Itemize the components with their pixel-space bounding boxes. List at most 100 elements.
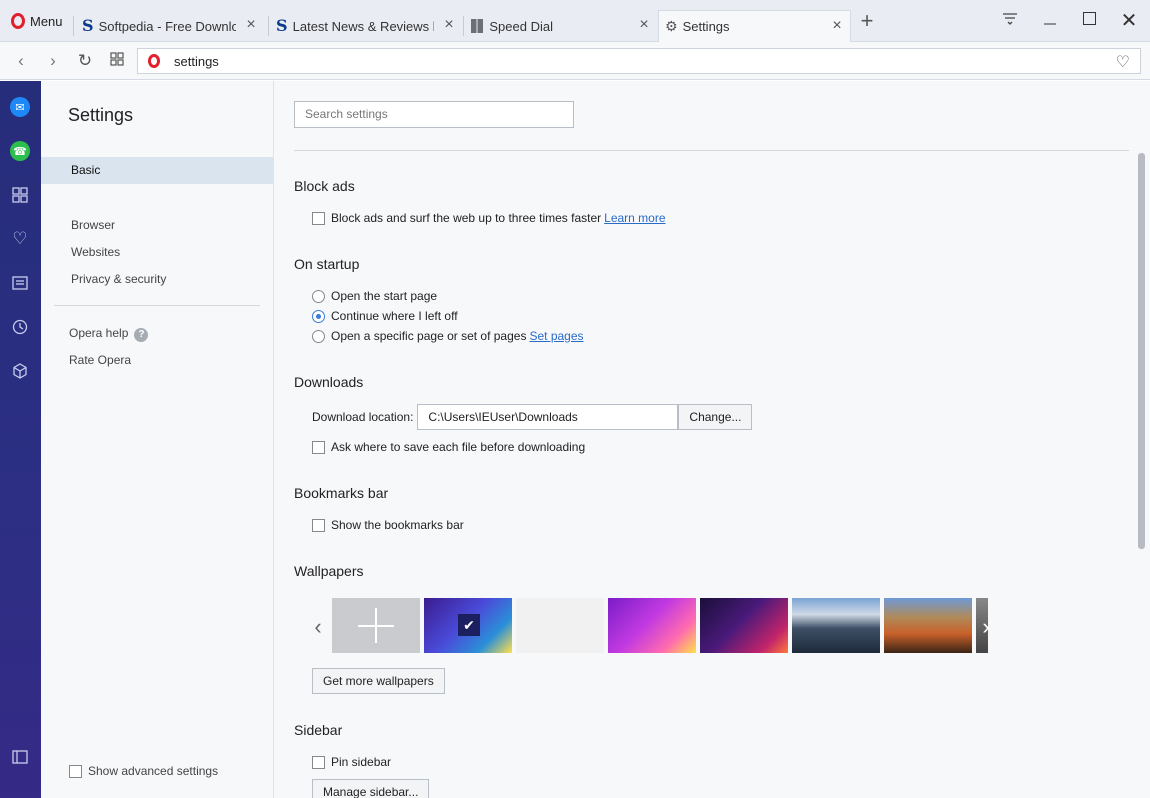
speed-dial-icon bbox=[471, 19, 484, 33]
close-tab-icon[interactable]: × bbox=[830, 18, 844, 34]
startup-label: Open a specific page or set of pages bbox=[331, 329, 527, 343]
wallpaper-tile-selected[interactable]: ✔ bbox=[424, 598, 512, 653]
tab-title: Speed Dial bbox=[489, 18, 553, 34]
startup-option-start-page[interactable]: Open the start page bbox=[312, 289, 437, 303]
tab-softpedia[interactable]: S Softpedia - Free Downloads × bbox=[76, 10, 264, 42]
news-icon[interactable] bbox=[8, 271, 32, 295]
close-tab-icon[interactable]: × bbox=[442, 17, 456, 33]
help-label: Opera help bbox=[69, 326, 129, 340]
close-window-icon[interactable]: ✕ bbox=[1114, 6, 1144, 36]
manage-sidebar-button[interactable]: Manage sidebar... bbox=[312, 779, 430, 798]
settings-content: Search settings Block ads Block ads and … bbox=[274, 81, 1150, 798]
tabs-grid-icon[interactable] bbox=[104, 48, 130, 74]
startup-label: Continue where I left off bbox=[331, 309, 458, 323]
block-ads-option[interactable]: Block ads and surf the web up to three t… bbox=[312, 211, 666, 225]
ask-download-checkbox[interactable] bbox=[312, 440, 325, 454]
sidebar-toggle-icon[interactable] bbox=[8, 745, 32, 769]
bookmarks-heart-icon[interactable]: ♡ bbox=[8, 227, 32, 251]
nav-item-rate[interactable]: Rate Opera bbox=[69, 353, 131, 367]
navigation-bar: ‹ › ↻ settings ♡ bbox=[0, 42, 1150, 80]
get-more-wallpapers-button[interactable]: Get more wallpapers bbox=[312, 668, 445, 694]
address-bar[interactable]: settings ♡ bbox=[137, 48, 1141, 74]
menu-label: Menu bbox=[30, 13, 63, 29]
section-title-block-ads: Block ads bbox=[294, 178, 355, 194]
change-button[interactable]: Change... bbox=[678, 404, 753, 430]
section-title-bookmarks: Bookmarks bar bbox=[294, 485, 389, 501]
tab-softpedia-news[interactable]: S Latest News & Reviews by Softpedia × bbox=[270, 10, 462, 42]
close-tab-icon[interactable]: × bbox=[244, 17, 258, 33]
tab-speed-dial[interactable]: Speed Dial × bbox=[465, 10, 657, 42]
tab-title: Settings bbox=[682, 19, 730, 34]
pin-sidebar-label: Pin sidebar bbox=[331, 755, 392, 769]
nav-item-websites[interactable]: Websites bbox=[71, 245, 120, 259]
wallpaper-prev-icon[interactable]: ‹ bbox=[310, 615, 326, 639]
wallpaper-tile[interactable] bbox=[884, 598, 972, 653]
learn-more-link[interactable]: Learn more bbox=[604, 211, 665, 225]
download-location-label: Download location: bbox=[312, 410, 414, 424]
gear-icon: ⚙ bbox=[665, 18, 678, 34]
section-title-wallpapers: Wallpapers bbox=[294, 563, 364, 579]
extensions-cube-icon[interactable] bbox=[8, 359, 32, 383]
section-title-downloads: Downloads bbox=[294, 374, 364, 390]
opera-logo-icon bbox=[11, 13, 25, 29]
divider bbox=[294, 150, 1129, 151]
back-icon[interactable]: ‹ bbox=[8, 48, 34, 74]
add-wallpaper-tile[interactable] bbox=[332, 598, 420, 653]
forward-icon[interactable]: › bbox=[40, 48, 66, 74]
speed-dial-icon[interactable] bbox=[8, 183, 32, 207]
maximize-icon[interactable] bbox=[1074, 6, 1104, 36]
radio-specific-pages[interactable] bbox=[312, 329, 325, 343]
nav-item-privacy[interactable]: Privacy & security bbox=[71, 272, 166, 286]
address-text: settings bbox=[174, 53, 219, 69]
block-ads-label: Block ads and surf the web up to three t… bbox=[331, 211, 602, 225]
reload-icon[interactable]: ↻ bbox=[72, 48, 98, 74]
nav-item-help[interactable]: Opera help? bbox=[69, 326, 149, 342]
radio-continue[interactable] bbox=[312, 309, 325, 323]
opera-logo-icon bbox=[148, 54, 160, 68]
close-tab-icon[interactable]: × bbox=[637, 17, 651, 33]
advanced-label: Show advanced settings bbox=[88, 764, 219, 778]
block-ads-checkbox[interactable] bbox=[312, 211, 325, 225]
tab-menu-icon[interactable] bbox=[995, 6, 1025, 36]
tab-settings[interactable]: ⚙ Settings × bbox=[658, 10, 851, 42]
wallpaper-tile[interactable] bbox=[516, 598, 604, 653]
tab-title: Softpedia - Free Downloads bbox=[98, 18, 236, 34]
bookmarks-bar-option[interactable]: Show the bookmarks bar bbox=[312, 518, 464, 532]
startup-option-specific[interactable]: Open a specific page or set of pages Set… bbox=[312, 329, 584, 343]
wallpaper-tile[interactable] bbox=[700, 598, 788, 653]
search-input[interactable]: Search settings bbox=[294, 101, 574, 128]
download-location-input[interactable]: C:\Users\IEUser\Downloads bbox=[417, 404, 679, 430]
new-tab-icon[interactable]: + bbox=[852, 6, 882, 36]
bookmarks-bar-label: Show the bookmarks bar bbox=[331, 518, 464, 532]
scrollbar[interactable] bbox=[1138, 153, 1145, 549]
wallpaper-next-icon[interactable]: › bbox=[978, 615, 994, 639]
minimize-icon[interactable] bbox=[1035, 6, 1065, 36]
show-advanced-toggle[interactable]: Show advanced settings bbox=[69, 764, 218, 778]
advanced-checkbox[interactable] bbox=[69, 764, 82, 778]
startup-option-continue[interactable]: Continue where I left off bbox=[312, 309, 458, 323]
tab-title: Latest News & Reviews by Softpedia bbox=[292, 18, 434, 34]
set-pages-link[interactable]: Set pages bbox=[529, 329, 583, 343]
help-icon: ? bbox=[134, 328, 149, 342]
tab-bar: Menu S Softpedia - Free Downloads × S La… bbox=[0, 0, 1150, 42]
softpedia-icon: S bbox=[276, 16, 288, 35]
nav-item-basic[interactable]: Basic bbox=[41, 157, 273, 184]
pin-sidebar-option[interactable]: Pin sidebar bbox=[312, 755, 391, 769]
bookmarks-bar-checkbox[interactable] bbox=[312, 518, 325, 532]
radio-start-page[interactable] bbox=[312, 289, 325, 303]
menu-button[interactable]: Menu bbox=[0, 0, 72, 42]
history-clock-icon[interactable] bbox=[8, 315, 32, 339]
wallpaper-tile[interactable] bbox=[792, 598, 880, 653]
pin-sidebar-checkbox[interactable] bbox=[312, 755, 325, 769]
nav-item-browser[interactable]: Browser bbox=[71, 218, 115, 232]
bookmark-heart-icon[interactable]: ♡ bbox=[1116, 52, 1130, 72]
section-title-sidebar: Sidebar bbox=[294, 722, 343, 738]
ask-download-option[interactable]: Ask where to save each file before downl… bbox=[312, 440, 585, 454]
ask-download-label: Ask where to save each file before downl… bbox=[331, 440, 586, 454]
wallpaper-tile[interactable] bbox=[608, 598, 696, 653]
opera-sidebar: ✉ ☎ ♡ bbox=[0, 81, 41, 798]
page-title: Settings bbox=[68, 105, 134, 125]
messenger-icon[interactable]: ✉ bbox=[8, 95, 32, 119]
section-title-startup: On startup bbox=[294, 256, 360, 272]
whatsapp-icon[interactable]: ☎ bbox=[8, 139, 32, 163]
